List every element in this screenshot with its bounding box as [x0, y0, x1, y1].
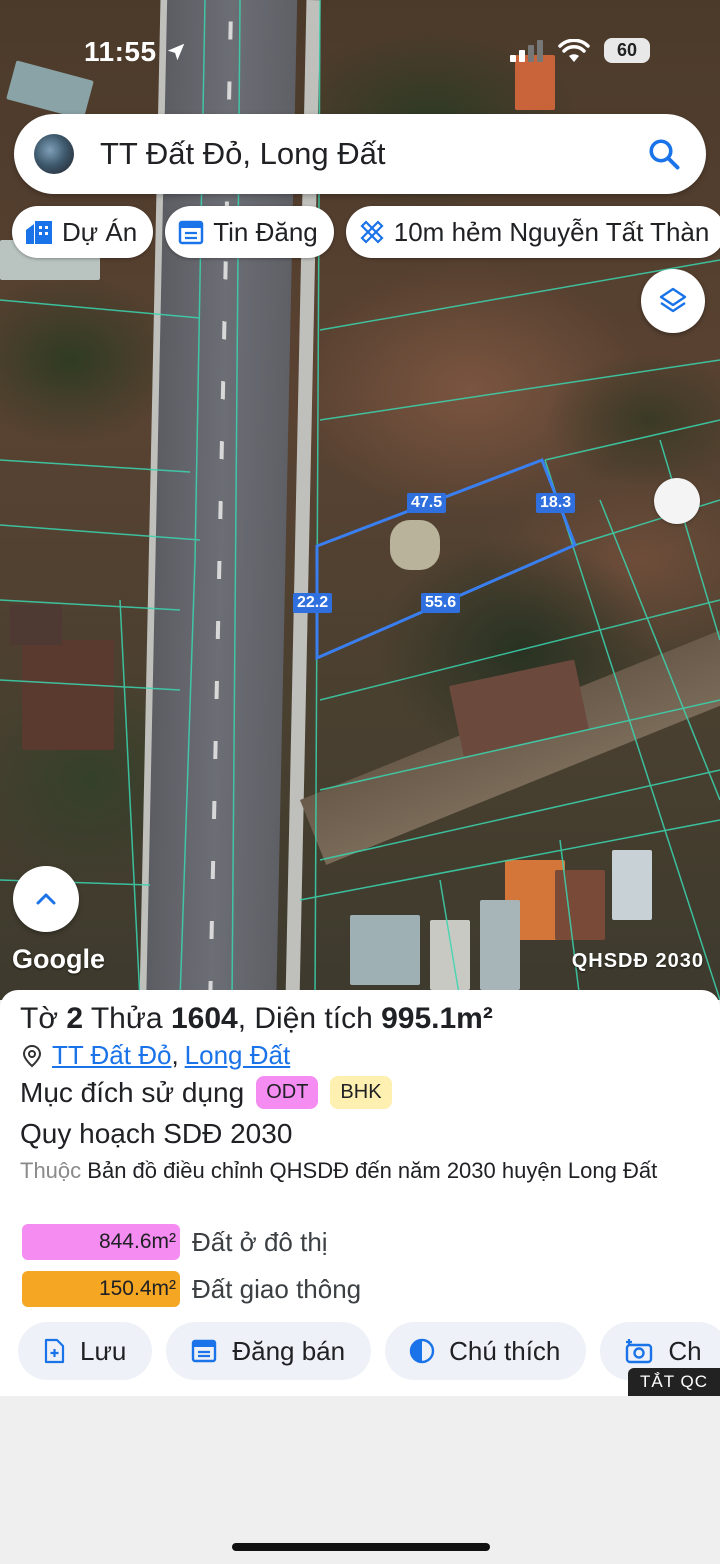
parcel-edge-top: 47.5 — [407, 493, 447, 513]
parcel-edge-right: 18.3 — [536, 493, 576, 513]
status-time-text: 11:55 — [84, 36, 157, 67]
google-attribution: Google — [12, 944, 105, 974]
area-word: , Diện tích — [237, 1002, 373, 1035]
chip-label: Tin Đăng — [213, 216, 318, 247]
area-label-transport: Đất giao thông — [192, 1273, 362, 1304]
plan-heading: Quy hoạch SDĐ 2030 — [20, 1118, 293, 1149]
chip-label: Dự Án — [62, 216, 138, 247]
avatar[interactable] — [34, 134, 74, 174]
post-sale-button-label: Đăng bán — [232, 1335, 346, 1366]
action-buttons: Lưu Đăng bán Chú thích Ch — [18, 1322, 720, 1380]
legend-button[interactable]: Chú thích — [385, 1322, 587, 1380]
layers-icon — [659, 287, 687, 313]
cellular-signal-icon — [510, 39, 543, 62]
post-list-icon — [192, 1339, 217, 1363]
floating-assist-button[interactable] — [654, 478, 700, 524]
plot-number: 1604 — [170, 1002, 238, 1035]
building-icon — [26, 221, 52, 244]
parcel-location: TT Đất Đỏ, Long Đất — [22, 1040, 290, 1071]
search-input[interactable]: TT Đất Đỏ, Long Đất — [100, 136, 646, 172]
map-layer-badge: QHSDĐ 2030 — [571, 950, 704, 972]
parcel-title: Tờ 2 Thửa 1604, Diện tích 995.1m² — [20, 1002, 493, 1036]
post-sale-button[interactable]: Đăng bán — [166, 1322, 372, 1380]
location-separator: , — [171, 1040, 179, 1070]
chip-label: 10m hẻm Nguyễn Tất Thàn — [393, 216, 710, 247]
plot-word: Thửa — [90, 1002, 163, 1035]
plan-source-prefix: Thuộc — [20, 1158, 82, 1183]
chip-tin-dang[interactable]: Tin Đăng — [165, 206, 334, 258]
camera-plus-icon — [626, 1339, 653, 1364]
layers-button[interactable] — [641, 269, 705, 333]
land-purpose-row: Mục đích sử dụng ODT BHK — [20, 1076, 392, 1109]
area-row-transport: 150.4m² Đất giao thông — [22, 1271, 361, 1307]
chip-du-an[interactable]: Dự Án — [12, 206, 154, 258]
area-bar-residential: 844.6m² — [22, 1224, 180, 1260]
parcel-edge-bottom: 55.6 — [421, 593, 461, 613]
parcel-edge-left: 22.2 — [293, 593, 333, 613]
parcel-info-panel: Tờ 2 Thửa 1604, Diện tích 995.1m² TT Đất… — [0, 990, 720, 1396]
status-icons: 60 — [510, 38, 650, 63]
expand-up-button[interactable] — [13, 866, 79, 932]
purpose-badge-bhk[interactable]: BHK — [330, 1076, 392, 1109]
calendar-list-icon — [178, 220, 204, 245]
chevron-up-icon — [36, 893, 56, 905]
title-prefix: Tờ — [20, 1002, 58, 1035]
legend-button-label: Chú thích — [449, 1335, 561, 1366]
plan-source-text: Bản đồ điều chỉnh QHSDĐ đến năm 2030 huy… — [87, 1158, 658, 1183]
chip-measure[interactable]: 10m hẻm Nguyễn Tất Thàn — [345, 206, 720, 258]
save-button-label: Lưu — [80, 1335, 127, 1366]
location-arrow-icon — [167, 43, 185, 61]
status-time: 11:55 — [84, 36, 187, 68]
sheet-number: 2 — [66, 1002, 84, 1035]
wifi-icon — [558, 38, 590, 62]
battery-indicator: 60 — [604, 38, 650, 63]
map-pin-icon — [22, 1044, 42, 1067]
filter-chips: Dự Án Tin Đăng 10m hẻm Nguyễn Tất Thàn — [12, 206, 720, 258]
half-circle-icon — [409, 1338, 435, 1364]
save-button[interactable]: Lưu — [18, 1322, 153, 1380]
area-label-residential: Đất ở đô thị — [192, 1226, 328, 1257]
purpose-badge-odt[interactable]: ODT — [256, 1076, 319, 1109]
search-bar[interactable]: TT Đất Đỏ, Long Đất — [14, 114, 706, 194]
satellite-map[interactable]: 47.5 18.3 22.2 55.6 11:55 60 TT Đất Đỏ, … — [0, 0, 720, 1000]
home-indicator[interactable] — [232, 1543, 490, 1551]
status-bar: 11:55 60 — [0, 0, 720, 100]
search-icon[interactable] — [646, 136, 682, 172]
capture-button-label: Ch — [668, 1335, 702, 1366]
ruler-cross-icon — [360, 220, 384, 244]
purpose-label: Mục đích sử dụng — [20, 1076, 245, 1108]
location-link-town[interactable]: TT Đất Đỏ — [52, 1040, 171, 1071]
location-link-district[interactable]: Long Đất — [185, 1040, 291, 1071]
area-value: 995.1m² — [381, 1002, 493, 1035]
area-row-residential: 844.6m² Đất ở đô thị — [22, 1224, 328, 1260]
area-bar-transport: 150.4m² — [22, 1271, 180, 1307]
save-plus-icon — [44, 1338, 65, 1364]
plan-source: Thuộc Bản đồ điều chỉnh QHSDĐ đến năm 20… — [20, 1156, 710, 1186]
ad-toggle-button[interactable]: TẮT QC — [627, 1368, 720, 1396]
